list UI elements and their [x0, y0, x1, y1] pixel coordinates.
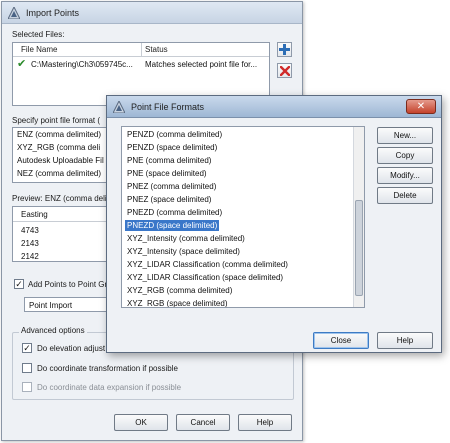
format-item[interactable]: PNEZ (space delimited): [125, 194, 213, 205]
cancel-button[interactable]: Cancel: [176, 414, 230, 431]
add-points-checkbox[interactable]: ✓: [14, 279, 24, 289]
close-window-button[interactable]: ✕: [406, 99, 436, 114]
point-file-formats-dialog: Point File Formats ✕ PENZD (comma delimi…: [106, 95, 442, 353]
point-file-formats-list[interactable]: PENZD (comma delimited) PENZD (space del…: [121, 126, 365, 308]
format-item[interactable]: PNEZD (comma delimited): [125, 207, 224, 218]
delete-format-button[interactable]: Delete: [377, 187, 433, 204]
import-points-title: Import Points: [26, 8, 80, 18]
format-item[interactable]: PNEZ (comma delimited): [125, 181, 218, 192]
list-item[interactable]: XYZ_RGB (comma deli: [17, 143, 100, 152]
format-item[interactable]: XYZ_Intensity (comma delimited): [125, 233, 247, 244]
advanced-options-label: Advanced options: [19, 326, 87, 335]
elevation-adjust-checkbox[interactable]: ✓: [22, 343, 32, 353]
column-header-status[interactable]: Status: [145, 45, 168, 54]
list-scrollbar[interactable]: [353, 127, 364, 307]
list-item[interactable]: ENZ (comma delimited): [17, 130, 101, 139]
header-divider: [13, 221, 111, 222]
format-item-selected[interactable]: PNEZD (space delimited): [125, 220, 220, 231]
autocad-logo-icon: [113, 101, 125, 113]
format-item[interactable]: PENZD (space delimited): [125, 142, 219, 153]
elevation-adjust-label: Do elevation adjust: [37, 344, 106, 353]
coordinate-expansion-label: Do coordinate data expansion if possible: [37, 383, 182, 392]
help-button[interactable]: Help: [238, 414, 292, 431]
format-item[interactable]: XYZ_LIDAR Classification (space delimite…: [125, 272, 285, 283]
table-row: 4743: [21, 226, 39, 235]
file-status-cell: Matches selected point file for...: [145, 60, 258, 69]
table-row: 2142: [21, 252, 39, 261]
remove-icon: [279, 65, 290, 76]
table-row[interactable]: ✔ C:\Mastering\Ch3\059745c... Matches se…: [13, 58, 269, 71]
point-group-value: Point Import: [29, 301, 73, 310]
check-icon: ✔: [17, 58, 27, 70]
column-header-file-name[interactable]: File Name: [21, 45, 57, 54]
coordinate-transform-label: Do coordinate transformation if possible: [37, 364, 178, 373]
preview-label: Preview: ENZ (comma deli: [12, 194, 107, 203]
format-item[interactable]: XYZ_RGB (space delimited): [125, 298, 229, 307]
column-divider: [141, 43, 142, 56]
selected-files-label: Selected Files:: [12, 30, 65, 39]
modify-format-button[interactable]: Modify...: [377, 167, 433, 184]
format-list[interactable]: ENZ (comma delimited) XYZ_RGB (comma del…: [12, 127, 112, 183]
close-button[interactable]: Close: [313, 332, 369, 349]
format-item[interactable]: XYZ_LIDAR Classification (comma delimite…: [125, 259, 290, 270]
header-divider: [13, 56, 269, 57]
copy-format-button[interactable]: Copy: [377, 147, 433, 164]
format-item[interactable]: PENZD (comma delimited): [125, 129, 224, 140]
formats-help-button[interactable]: Help: [377, 332, 433, 349]
add-file-button[interactable]: [277, 42, 292, 57]
autocad-logo-icon: [8, 7, 20, 19]
point-group-dropdown[interactable]: Point Import: [24, 297, 112, 312]
point-file-formats-titlebar[interactable]: Point File Formats ✕: [107, 96, 441, 118]
import-points-titlebar[interactable]: Import Points: [2, 2, 302, 24]
remove-file-button[interactable]: [277, 63, 292, 78]
preview-header-easting: Easting: [21, 210, 48, 219]
ok-button[interactable]: OK: [114, 414, 168, 431]
plus-icon: [279, 44, 290, 55]
list-item[interactable]: Autodesk Uploadable Fil: [17, 156, 104, 165]
coordinate-expansion-checkbox[interactable]: [22, 382, 32, 392]
file-name-cell: C:\Mastering\Ch3\059745c...: [31, 60, 133, 69]
new-format-button[interactable]: New...: [377, 127, 433, 144]
format-item[interactable]: XYZ_RGB (comma delimited): [125, 285, 234, 296]
list-item[interactable]: NEZ (comma delimited): [17, 169, 101, 178]
scrollbar-thumb[interactable]: [355, 200, 363, 296]
format-item[interactable]: XYZ_Intensity (space delimited): [125, 246, 242, 257]
add-points-label: Add Points to Point Gr: [28, 280, 108, 289]
format-label: Specify point file format (: [12, 116, 101, 125]
format-item[interactable]: PNE (comma delimited): [125, 155, 213, 166]
table-row: 2143: [21, 239, 39, 248]
point-file-formats-title: Point File Formats: [131, 102, 205, 112]
close-icon: ✕: [416, 101, 426, 112]
format-item[interactable]: PNE (space delimited): [125, 168, 209, 179]
coordinate-transform-checkbox[interactable]: [22, 363, 32, 373]
preview-table[interactable]: Easting 4743 2143 2142: [12, 206, 112, 262]
